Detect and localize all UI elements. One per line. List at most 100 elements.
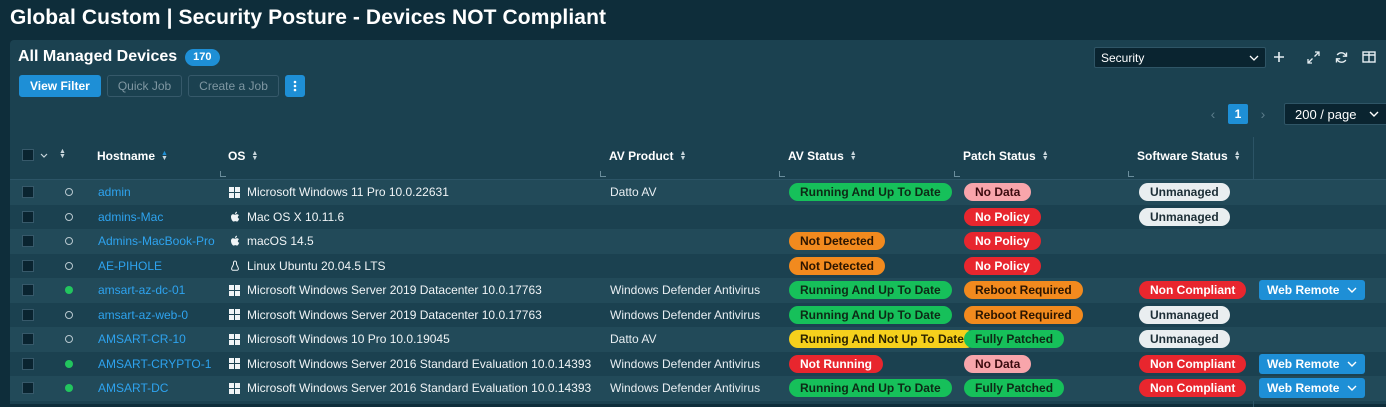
panel-title: All Managed Devices [18, 48, 178, 65]
header-os[interactable]: OS ▲ ▼ [228, 149, 258, 163]
kebab-icon [293, 80, 297, 92]
next-page-icon[interactable]: › [1256, 106, 1270, 122]
hostname-link[interactable]: amsart-az-web-0 [98, 303, 188, 327]
av-product: Windows Defender Antivirus [610, 381, 761, 395]
sort-icon[interactable]: ▲ ▼ [59, 148, 66, 160]
per-page-select[interactable]: 200 / page [1284, 103, 1386, 125]
sort-icon[interactable]: ▲ ▼ [679, 150, 686, 162]
software-status-badge: Unmanaged [1139, 330, 1230, 348]
table-row[interactable]: AE-PIHOLE Linux Ubuntu 20.04.5 LTS Not Det… [10, 253, 1386, 278]
header-hostname[interactable]: Hostname ▲ ▼ [97, 149, 168, 163]
view-select[interactable]: Security [1094, 47, 1266, 68]
web-remote-button[interactable]: Web Remote [1259, 378, 1366, 398]
column-resize-handle[interactable] [779, 171, 785, 177]
row-checkbox[interactable] [22, 357, 34, 370]
row-checkbox[interactable] [22, 210, 34, 223]
table-header: ▲ ▼ Hostname ▲ ▼ OS ▲ ▼ AV Product ▲ ▼ AV St… [10, 137, 1386, 180]
av-product: Datto AV [610, 332, 657, 346]
windows-icon [229, 358, 240, 369]
select-all-checkbox[interactable] [22, 149, 34, 161]
prev-page-icon[interactable]: ‹ [1206, 106, 1220, 122]
table-row[interactable]: AMSART-CR-10 Microsoft Windows 10 Pro 10.… [10, 327, 1386, 352]
row-checkbox[interactable] [22, 333, 34, 345]
av-status-badge: Running And Up To Date [789, 305, 952, 324]
header-av-status[interactable]: AV Status ▲ ▼ [788, 149, 857, 163]
av-status-badge: Running And Up To Date [789, 281, 952, 299]
table-row[interactable]: amsart-az-web-0 Microsoft Windows Server … [10, 302, 1386, 327]
online-status-icon [65, 261, 73, 270]
os-text: Microsoft Windows Server 2016 Standard E… [247, 381, 592, 395]
column-resize-handle[interactable] [600, 171, 606, 177]
row-checkbox[interactable] [22, 235, 34, 247]
table-row[interactable]: amsart-az-dc-01 Microsoft Windows Server … [10, 278, 1386, 303]
column-resize-handle[interactable] [1128, 171, 1134, 177]
current-page-button[interactable]: 1 [1228, 104, 1248, 124]
row-checkbox[interactable] [22, 186, 34, 198]
header-software-status[interactable]: Software Status ▲ ▼ [1137, 149, 1241, 163]
table-row[interactable]: AMSART-CRYPTO-1 Microsoft Windows Server … [10, 351, 1386, 376]
column-resize-handle[interactable] [954, 171, 960, 177]
windows-icon [229, 284, 240, 296]
hostname-link[interactable]: AE-PIHOLE [98, 254, 162, 278]
view-select-value: Security [1101, 50, 1145, 65]
online-status-icon [65, 212, 73, 221]
panel-header: All Managed Devices 170 [18, 48, 220, 66]
table-row[interactable]: Admins-MacBook-Pro macOS 14.5 Not Detected… [10, 229, 1386, 254]
refresh-icon[interactable] [1332, 48, 1350, 66]
hostname-link[interactable]: AMSART-DC [98, 376, 168, 400]
online-status-icon [65, 237, 73, 245]
os-text: Mac OS X 10.11.6 [247, 209, 345, 224]
software-status-badge: Unmanaged [1139, 183, 1230, 201]
devices-table: ▲ ▼ Hostname ▲ ▼ OS ▲ ▼ AV Product ▲ ▼ AV St… [10, 137, 1386, 407]
table-row[interactable]: admin Microsoft Windows 11 Pro 10.0.22631… [10, 180, 1386, 205]
av-product: Windows Defender Antivirus [610, 356, 761, 371]
panel-actions [1270, 48, 1378, 66]
header-patch-status-label: Patch Status [963, 149, 1036, 163]
sort-icon[interactable]: ▲ ▼ [161, 150, 168, 162]
columns-icon[interactable] [1360, 48, 1378, 66]
select-all-control[interactable] [22, 149, 48, 161]
status-sort[interactable]: ▲ ▼ [59, 148, 66, 160]
row-checkbox[interactable] [22, 382, 34, 394]
view-filter-button[interactable]: View Filter [19, 75, 101, 97]
sort-icon[interactable]: ▲ ▼ [251, 150, 258, 162]
apple-icon [229, 235, 240, 247]
column-resize-handle[interactable] [220, 171, 226, 177]
sort-icon[interactable]: ▲ ▼ [850, 150, 857, 162]
hostname-link[interactable]: AMSART-CR-10 [98, 327, 186, 351]
web-remote-label: Web Remote [1267, 283, 1340, 297]
expand-icon[interactable] [1304, 48, 1322, 66]
table-body: admin Microsoft Windows 11 Pro 10.0.22631… [10, 180, 1386, 401]
table-row[interactable]: AMSART-DC Microsoft Windows Server 2016 S… [10, 376, 1386, 401]
header-hostname-label: Hostname [97, 149, 156, 163]
hostname-link[interactable]: admin [98, 180, 131, 204]
software-status-badge: Non Compliant [1139, 379, 1247, 397]
row-checkbox[interactable] [22, 259, 34, 272]
header-av-product[interactable]: AV Product ▲ ▼ [609, 149, 686, 163]
patch-status-badge: No Data [964, 354, 1032, 373]
create-job-button[interactable]: Create a Job [188, 75, 279, 97]
quick-job-button[interactable]: Quick Job [106, 75, 183, 97]
header-patch-status[interactable]: Patch Status ▲ ▼ [963, 149, 1049, 163]
toolbar: View Filter Quick Job Create a Job [19, 75, 305, 97]
windows-icon [229, 309, 240, 320]
hostname-link[interactable]: amsart-az-dc-01 [98, 278, 185, 302]
chevron-down-icon [1347, 361, 1357, 367]
web-remote-label: Web Remote [1267, 381, 1340, 395]
hostname-link[interactable]: admins-Mac [98, 205, 163, 229]
row-checkbox[interactable] [22, 284, 34, 296]
hostname-link[interactable]: Admins-MacBook-Pro [98, 229, 215, 253]
add-icon[interactable] [1270, 48, 1288, 66]
patch-status-badge: No Data [964, 183, 1032, 201]
web-remote-button[interactable]: Web Remote [1259, 280, 1366, 300]
web-remote-button[interactable]: Web Remote [1259, 353, 1366, 374]
more-actions-button[interactable] [284, 75, 305, 97]
sort-icon[interactable]: ▲ ▼ [1042, 150, 1049, 162]
table-row[interactable]: admins-Mac Mac OS X 10.11.6 No Policy Unman… [10, 204, 1386, 229]
online-status-icon [65, 359, 73, 368]
sort-icon[interactable]: ▲ ▼ [1234, 150, 1241, 162]
device-count-badge: 170 [185, 48, 220, 66]
chevron-down-icon[interactable] [40, 153, 48, 158]
hostname-link[interactable]: AMSART-CRYPTO-1 [98, 352, 211, 376]
row-checkbox[interactable] [22, 308, 34, 321]
